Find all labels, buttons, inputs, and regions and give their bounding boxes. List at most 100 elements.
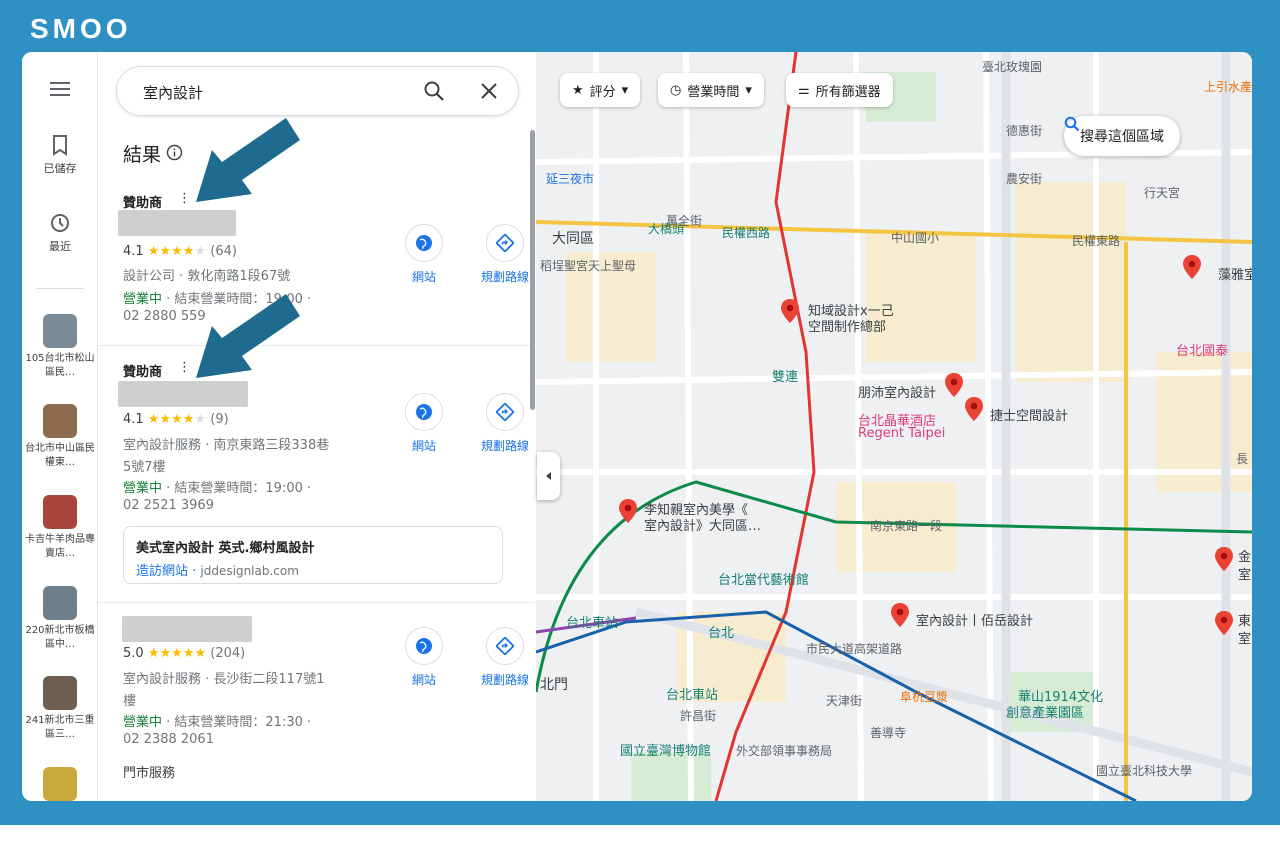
map-pin-icon[interactable]	[618, 498, 638, 524]
brand-logo: SMOO	[30, 13, 132, 44]
address-line-2: 樓	[123, 694, 137, 709]
website-label: 網站	[411, 673, 436, 687]
menu-button[interactable]	[22, 80, 98, 102]
recent-label: 最近	[49, 240, 71, 253]
chevron-left-icon	[545, 472, 551, 480]
rating-filter-label: 評分	[589, 84, 616, 100]
map-label: 長	[1236, 452, 1249, 466]
history-icon	[51, 214, 69, 232]
map-label: 德惠街	[1006, 124, 1043, 138]
recent-item-label: 台北市中山區民權東…	[25, 443, 95, 468]
map-label: 天津街	[826, 694, 863, 708]
recent-item-label: 105台北市松山區民…	[25, 353, 95, 378]
hours-filter-label: 營業時間	[687, 84, 740, 100]
place-label: Regent Taipei	[858, 426, 946, 441]
search-this-area-button[interactable]: 搜尋這個區域	[1064, 116, 1180, 156]
recent-item[interactable]: 台北市中山區民權東…	[22, 404, 98, 470]
recent-button[interactable]: 最近	[22, 212, 98, 254]
map-label: 民權東路	[1072, 234, 1121, 248]
map-pin-icon[interactable]	[890, 602, 910, 628]
hours-line: 營業中 · 結束營業時間：21:30 ·	[123, 715, 312, 730]
place-label: 創意產業園區	[1006, 706, 1085, 721]
website-button[interactable]: 網站	[389, 224, 459, 285]
map-label: 南京東路一段	[870, 519, 943, 533]
collapse-panel-button[interactable]	[537, 452, 560, 500]
saved-button[interactable]: 已儲存	[22, 134, 98, 176]
map-label: 國立臺北科技大學	[1096, 764, 1193, 778]
rating-row: 4.1 ★★★★★ (64)	[123, 244, 237, 259]
map-label: 許昌街	[680, 709, 717, 723]
place-label: 捷士空間設計	[990, 409, 1069, 424]
results-heading: 結果	[123, 144, 162, 166]
category-address: 室內設計服務 · 長沙街二段117號1	[123, 672, 325, 687]
chevron-down-icon: ▾	[621, 82, 629, 98]
nav-rail: 已儲存 最近 105台北市松山區民… 台北市中山區民權東… 卡吉牛羊肉品專賣店…	[22, 52, 98, 801]
place-label: 東	[1238, 614, 1252, 629]
recent-item[interactable]: 220新北市板橋區中…	[22, 586, 98, 652]
map-pin-icon[interactable]	[1214, 610, 1234, 636]
map-label: 中山國小	[891, 231, 940, 245]
website-button[interactable]: 網站	[389, 393, 459, 454]
directions-label: 規劃路線	[480, 673, 529, 687]
recent-thumbnail	[43, 767, 77, 801]
map-label: 行天宮	[1144, 186, 1181, 200]
globe-icon	[416, 235, 432, 251]
search-box[interactable]: 室內設計	[116, 66, 519, 116]
station-label: 台北車站	[566, 616, 619, 631]
search-icon[interactable]	[423, 80, 445, 102]
scrollbar[interactable]	[530, 130, 535, 410]
results-panel: 室內設計 結果 贊助商 ⋮ 4.1 ★★★★★ (64) 設計公司 · 敦化南路…	[98, 52, 535, 801]
recent-thumbnail	[43, 586, 77, 620]
map-canvas[interactable]: ★ 評分 ▾ ◷ 營業時間 ▾ ⚌ 所有篩選器 搜尋這個區域 臺北玫瑰園 上引水產 德惠街…	[536, 52, 1252, 801]
saved-label: 已儲存	[43, 162, 77, 175]
place-label: 藻雅室	[1218, 268, 1252, 283]
phone-number: 02 2521 3969	[123, 498, 214, 513]
all-filters-chip[interactable]: ⚌ 所有篩選器	[786, 73, 893, 107]
hours-filter-chip[interactable]: ◷ 營業時間 ▾	[658, 73, 764, 107]
close-icon[interactable]	[479, 81, 499, 101]
rating-row: 4.1 ★★★★★ (9)	[123, 412, 229, 427]
map-pin-icon[interactable]	[1182, 254, 1202, 280]
ad-extension-card[interactable]: 美式室內設計 英式.鄉村風設計 造訪網站 · jddesignlab.com	[123, 526, 503, 584]
map-pin-icon[interactable]	[944, 372, 964, 398]
chevron-down-icon: ▾	[745, 82, 752, 98]
filter-icon: ⚌	[798, 82, 810, 98]
recent-item[interactable]: 105台北市松山區民…	[22, 314, 98, 380]
directions-icon	[496, 234, 514, 252]
listing-divider	[98, 602, 534, 603]
directions-button[interactable]: 規劃路線	[470, 627, 540, 688]
map-pin-icon[interactable]	[964, 396, 984, 422]
search-this-area-label: 搜尋這個區域	[1080, 129, 1164, 145]
map-label: 萬全街	[666, 214, 703, 228]
category-address: 室內設計服務 · 南京東路三段338巷	[123, 438, 330, 453]
rating-filter-chip[interactable]: ★ 評分 ▾	[560, 73, 641, 107]
map-label: 外交部領事事務局	[736, 744, 833, 758]
station-label: 雙連	[772, 370, 799, 385]
map-label: 臺北玫瑰園	[982, 60, 1043, 74]
map-pin-icon[interactable]	[780, 298, 800, 324]
redacted-business-name	[118, 210, 236, 236]
globe-icon	[416, 404, 432, 420]
address-line-2: 5號7樓	[123, 460, 166, 475]
hours-line: 營業中 · 結束營業時間：19:00 ·	[123, 481, 312, 496]
recent-item[interactable]	[22, 767, 98, 801]
annotation-arrow-icon	[196, 118, 300, 202]
station-label: 台北	[708, 626, 735, 641]
search-icon	[1064, 116, 1080, 132]
visit-website-link[interactable]: 造訪網站 · jddesignlab.com	[136, 560, 299, 579]
station-label: 台北車站	[666, 688, 719, 703]
website-label: 網站	[411, 270, 436, 284]
map-label: 稻埕聖宮天上聖母	[540, 259, 637, 273]
place-label: 阜杭豆漿	[900, 690, 949, 704]
info-icon[interactable]	[166, 144, 183, 161]
redacted-business-name	[122, 616, 252, 642]
recent-item[interactable]: 241新北市三重區三…	[22, 676, 98, 742]
recent-item[interactable]: 卡吉牛羊肉品專賣店…	[22, 495, 98, 561]
map-pin-icon[interactable]	[1214, 546, 1234, 572]
search-input[interactable]: 室內設計	[143, 82, 203, 103]
ad-title: 美式室內設計 英式.鄉村風設計	[136, 541, 315, 556]
place-label: 室	[1238, 632, 1252, 647]
directions-label: 規劃路線	[480, 270, 529, 284]
place-label: 金	[1238, 550, 1252, 565]
website-button[interactable]: 網站	[389, 627, 459, 688]
